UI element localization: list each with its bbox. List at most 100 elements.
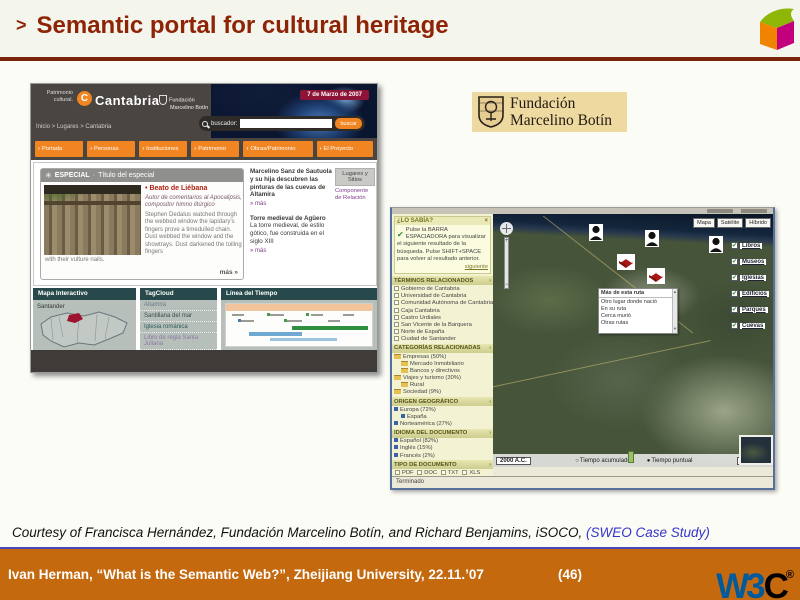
time-slider-handle[interactable] — [628, 451, 634, 463]
checkbox-icon[interactable] — [394, 315, 399, 320]
layer-toggle-cuevas[interactable]: ✔Cuevas — [731, 322, 769, 329]
close-icon[interactable]: × — [484, 218, 488, 224]
person-marker-icon[interactable] — [589, 224, 603, 246]
popup-line[interactable]: Cerca murió — [599, 312, 677, 319]
article-title[interactable]: •Beato de Liébana — [145, 185, 242, 194]
layer-toggle-libros[interactable]: ✔Libros — [731, 242, 769, 249]
popup-line[interactable]: Otro lugar donde nació — [599, 298, 677, 305]
news-item-title[interactable]: Marcelino Sanz de Sautuola y su hija des… — [250, 168, 332, 199]
layer-toggle-museos[interactable]: ✔Museos — [731, 258, 769, 265]
layer-toggle-iglesias[interactable]: ✔Iglesias — [731, 274, 769, 281]
zoom-slider[interactable]: + − — [504, 237, 509, 289]
map-type-hybrid-button[interactable]: Híbrido — [745, 218, 771, 228]
scroll-up-icon[interactable]: ▲ — [673, 289, 677, 294]
section-header-language[interactable]: IDIOMA DEL DOCUMENTO› — [392, 429, 493, 438]
section-header-doctype[interactable]: TIPO DE DOCUMENTO› — [392, 460, 493, 469]
tag-link[interactable]: Libro de regla Santa Juliana — [140, 333, 217, 350]
term-checkbox-item[interactable]: Gobierno de Cantabria — [392, 285, 493, 292]
term-checkbox-item[interactable]: Norte de España — [392, 329, 493, 336]
pan-pad[interactable] — [500, 222, 513, 235]
language-item[interactable]: Inglés (15%) — [392, 445, 493, 452]
term-checkbox-item[interactable]: Comunidad Autónoma de Cantabria — [392, 300, 493, 307]
category-item[interactable]: Viajes y turismo (30%) — [392, 374, 493, 381]
category-item[interactable]: Empresas (50%) — [392, 353, 493, 360]
article-more-link[interactable]: más » — [220, 269, 238, 276]
checkbox-icon[interactable] — [417, 470, 422, 475]
person-marker-icon[interactable] — [645, 230, 659, 252]
checkbox-checked-icon[interactable]: ✔ — [731, 306, 738, 313]
checkbox-checked-icon[interactable]: ✔ — [731, 242, 738, 249]
book-marker-icon[interactable] — [647, 268, 665, 289]
term-checkbox-item[interactable]: Castro Urdiales — [392, 314, 493, 321]
tag-link[interactable]: Altamira — [140, 300, 217, 311]
satellite-map[interactable]: + − Mapa Satélite Híbrido — [493, 214, 775, 467]
radio-tiempo-acumulado[interactable]: ○Tiempo acumulado — [575, 458, 630, 464]
news-more-link[interactable]: » más — [250, 201, 266, 209]
origin-child[interactable]: España — [392, 413, 493, 420]
timeline-graphic[interactable] — [225, 303, 373, 347]
section-header-origin[interactable]: ORIGEN GEOGRÁFICO› — [392, 397, 493, 406]
popup-line[interactable]: Otras rutas — [599, 319, 677, 326]
sweo-case-study-link[interactable]: (SWEO Case Study) — [586, 525, 710, 540]
checkbox-icon[interactable] — [395, 470, 400, 475]
sidebox-header[interactable]: Lugares y Sitios — [335, 168, 375, 186]
map-type-map-button[interactable]: Mapa — [693, 218, 715, 228]
origin-item[interactable]: Norteamérica (27%) — [392, 420, 493, 427]
term-checkbox-item[interactable]: Universidad de Cantabria — [392, 293, 493, 300]
doctype-checkbox[interactable]: DOC — [417, 470, 437, 476]
map-type-satellite-button[interactable]: Satélite — [717, 218, 743, 228]
checkbox-icon[interactable] — [441, 470, 446, 475]
checkbox-icon[interactable] — [394, 336, 399, 341]
checkbox-icon[interactable] — [394, 286, 399, 291]
language-item[interactable]: Francés (2%) — [392, 452, 493, 459]
category-child[interactable]: Bancos y directivos — [392, 367, 493, 374]
term-checkbox-item[interactable]: Caja Cantabria — [392, 307, 493, 314]
tag-link[interactable]: Iglesia románica — [140, 322, 217, 333]
map-zoom-control[interactable]: + − — [500, 222, 513, 289]
doctype-checkbox[interactable]: TXT — [441, 470, 459, 476]
checkbox-checked-icon[interactable]: ✔ — [731, 274, 738, 281]
category-child[interactable]: Rural — [392, 382, 493, 389]
scroll-down-icon[interactable]: ▼ — [673, 326, 677, 331]
news-more-link[interactable]: » más — [250, 248, 266, 256]
nav-obras[interactable]: ›Obras/Patrimonio — [243, 141, 312, 157]
language-item[interactable]: Español (82%) — [392, 438, 493, 445]
checkbox-icon[interactable] — [394, 329, 399, 334]
person-marker-icon[interactable] — [709, 236, 723, 258]
tip-next-link[interactable]: siguiente — [397, 264, 488, 271]
checkbox-icon[interactable] — [394, 322, 399, 327]
nav-instituciones[interactable]: ›Instituciones — [139, 141, 187, 157]
radio-tiempo-puntual[interactable]: ●Tiempo puntual — [647, 458, 693, 464]
checkbox-checked-icon[interactable]: ✔ — [731, 258, 738, 265]
news-item-title[interactable]: Torre medieval de Agüero — [250, 215, 332, 223]
checkbox-icon[interactable] — [394, 300, 399, 305]
checkbox-checked-icon[interactable]: ✔ — [731, 322, 738, 329]
section-header-terms[interactable]: TÉRMINOS RELACIONADOS› — [392, 276, 493, 285]
nav-portada[interactable]: ›Portada — [35, 141, 83, 157]
section-header-categories[interactable]: CATEGORÍAS RELACIONADAS› — [392, 344, 493, 353]
overview-minimap[interactable] — [739, 435, 773, 465]
book-marker-icon[interactable] — [617, 254, 635, 275]
breadcrumb[interactable]: Inicio > Lugares > Cantabria — [36, 124, 111, 130]
checkbox-icon[interactable] — [394, 293, 399, 298]
layer-toggle-parques[interactable]: ✔Parques — [731, 306, 769, 313]
checkbox-icon[interactable] — [462, 470, 467, 475]
category-child[interactable]: Mercado Inmobiliario — [392, 360, 493, 367]
cantabria-map-outline[interactable] — [39, 308, 131, 348]
checkbox-icon[interactable] — [394, 308, 399, 313]
nav-proyecto[interactable]: ›El Proyecto — [317, 141, 374, 157]
nav-personas[interactable]: ›Personas — [87, 141, 135, 157]
nav-patrimonio[interactable]: ›Patrimonio — [191, 141, 239, 157]
tag-link[interactable]: Santillana del mar — [140, 311, 217, 322]
term-checkbox-item[interactable]: Ciudad de Santander — [392, 336, 493, 343]
category-item[interactable]: Sociedad (9%) — [392, 389, 493, 396]
term-checkbox-item[interactable]: San Vicente de la Barquera — [392, 321, 493, 328]
popup-line[interactable]: En su ruta — [599, 305, 677, 312]
doctype-checkbox[interactable]: XLS — [462, 470, 480, 476]
search-input[interactable] — [240, 119, 332, 128]
search-button[interactable]: buscar — [335, 118, 362, 129]
origin-item[interactable]: Europa (72%) — [392, 406, 493, 413]
doctype-checkbox[interactable]: PDF — [395, 470, 414, 476]
zoom-out-icon[interactable]: − — [505, 282, 508, 288]
popup-scrollbar[interactable]: ▲ ▼ — [672, 289, 677, 333]
